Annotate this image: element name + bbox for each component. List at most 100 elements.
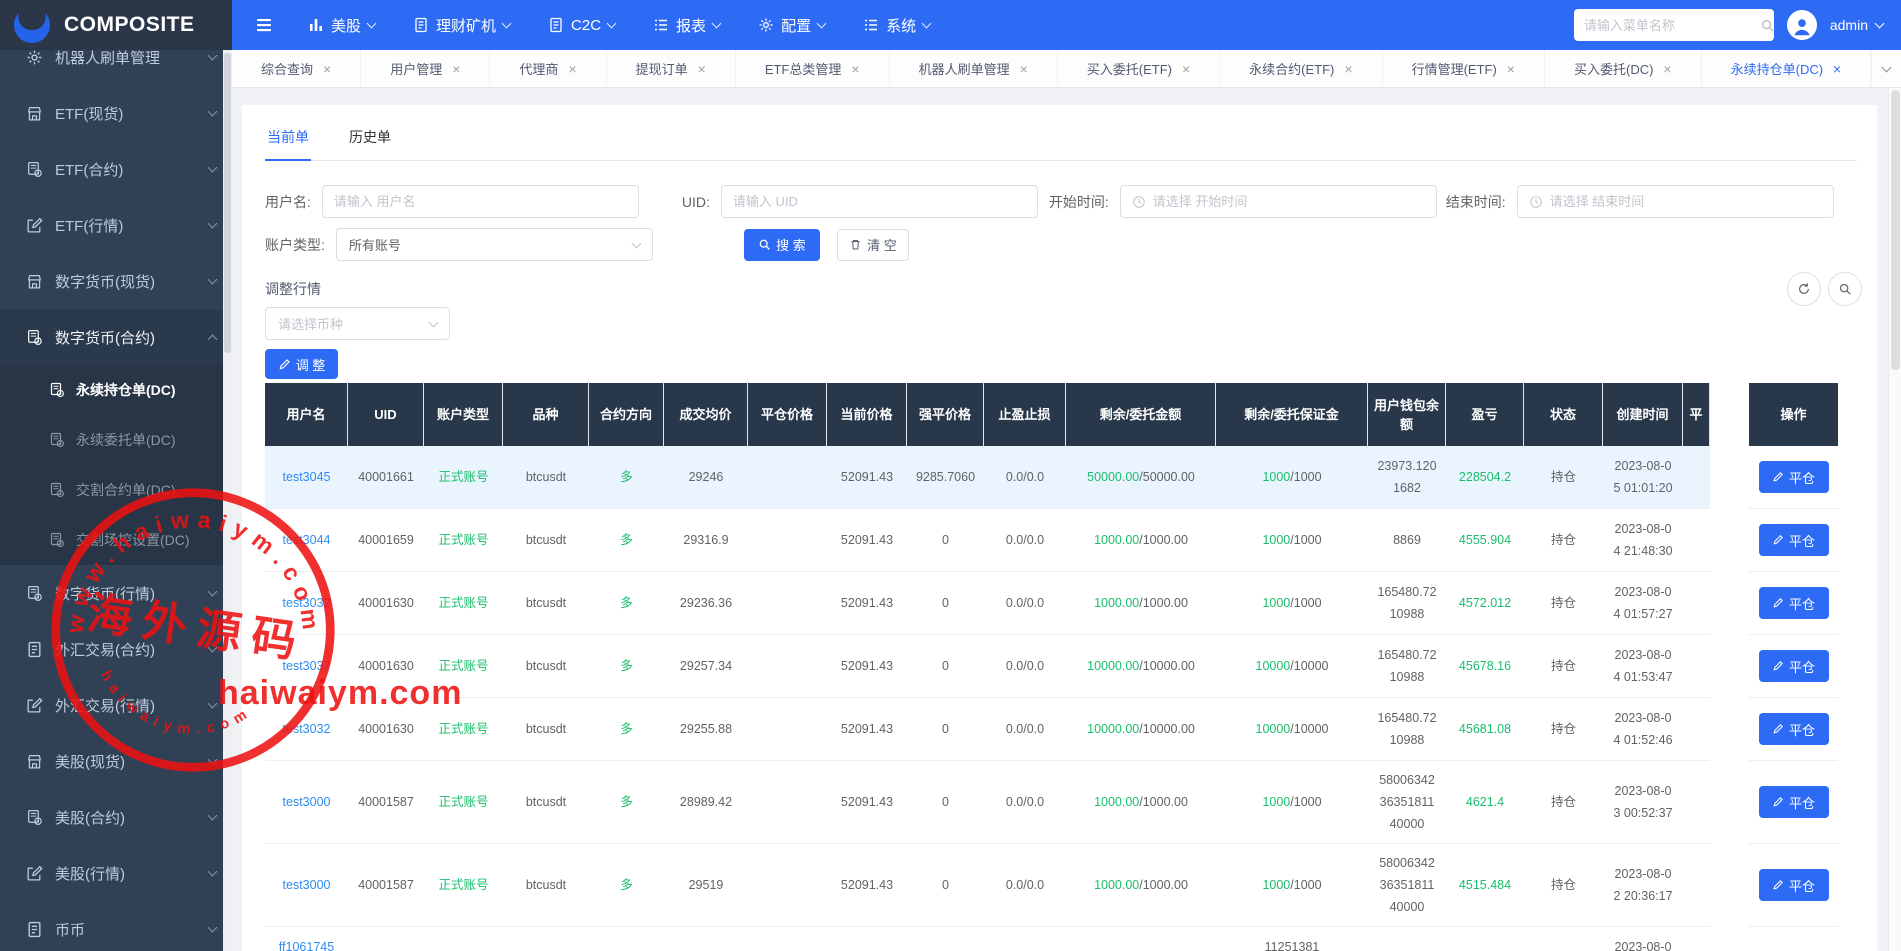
sidebar-item-美股(行情)[interactable]: 美股(行情) [0, 845, 232, 901]
cell-symbol: btcusdt [503, 698, 589, 761]
close-icon[interactable]: × [698, 61, 706, 77]
close-position-button[interactable]: 平仓 [1758, 650, 1829, 682]
sidebar-item-数字货币(合约)[interactable]: 数字货币(合约) [0, 309, 232, 365]
close-position-button[interactable]: 平仓 [1758, 461, 1829, 493]
start-time-field[interactable] [1119, 185, 1437, 218]
chevron-down-icon [366, 18, 377, 29]
sidebar-item-ETF(合约)[interactable]: ETF(合约) [0, 141, 232, 197]
username-link[interactable]: test3045 [283, 466, 331, 488]
nav-item-美股[interactable]: 美股 [308, 15, 377, 36]
start-time-input[interactable] [1152, 194, 1425, 209]
username-link[interactable]: test3000 [283, 791, 331, 813]
chevron-down-icon [207, 162, 218, 173]
tab-代理商[interactable]: 代理商 × [490, 50, 607, 87]
username-link[interactable]: test3032 [283, 592, 331, 614]
close-icon[interactable]: × [568, 61, 576, 77]
tab-行情管理(ETF)[interactable]: 行情管理(ETF) × [1383, 50, 1545, 87]
sidebar-subitem-交割合约单(DC)[interactable]: 交割合约单(DC) [0, 465, 232, 515]
order-tab-当前单[interactable]: 当前单 [265, 121, 311, 161]
close-icon[interactable]: × [452, 61, 460, 77]
menu-search-input[interactable] [1583, 17, 1760, 33]
tab-提现订单[interactable]: 提现订单 × [607, 50, 736, 87]
username-link[interactable]: test3000 [283, 874, 331, 896]
page-scrollbar[interactable] [1888, 88, 1901, 951]
close-icon[interactable]: × [1020, 61, 1028, 77]
sidebar-subitem-永续委托单(DC)[interactable]: 永续委托单(DC) [0, 415, 232, 465]
column-header: 止盈止损 [984, 383, 1066, 446]
column-header: 品种 [503, 383, 589, 446]
username-input[interactable] [333, 194, 627, 209]
sqldoc-icon [49, 432, 65, 448]
sidebar-item-外汇交易(合约)[interactable]: 外汇交易(合约) [0, 621, 232, 677]
sidebar-item-美股(现货)[interactable]: 美股(现货) [0, 733, 232, 789]
sidebar-scrollbar[interactable] [223, 50, 232, 951]
account-type-select[interactable]: 所有账号 [335, 228, 653, 261]
tab-永续合约(ETF)[interactable]: 永续合约(ETF) × [1220, 50, 1383, 87]
tab-用户管理[interactable]: 用户管理 × [361, 50, 491, 87]
close-position-button[interactable]: 平仓 [1758, 786, 1829, 818]
close-icon[interactable]: × [323, 61, 331, 77]
tab-机器人刷单管理[interactable]: 机器人刷单管理 × [890, 50, 1058, 87]
close-icon[interactable]: × [1507, 61, 1515, 77]
close-icon[interactable]: × [1182, 61, 1190, 77]
tab-永续持仓单(DC)[interactable]: 永续持仓单(DC) × [1702, 50, 1872, 87]
zoom-button[interactable] [1828, 272, 1862, 306]
nav-item-理财矿机[interactable]: 理财矿机 [413, 15, 512, 36]
coin-select[interactable]: 请选择币种 [265, 307, 450, 340]
close-position-button[interactable]: 平仓 [1758, 869, 1829, 901]
sidebar-item-币币[interactable]: 币币 [0, 901, 232, 951]
sidebar-subitem-永续持仓单(DC)[interactable]: 永续持仓单(DC) [0, 365, 232, 415]
nav-right: admin [1573, 9, 1885, 41]
adjust-button[interactable]: 调 整 [265, 349, 338, 379]
tab-买入委托(DC)[interactable]: 买入委托(DC) × [1545, 50, 1702, 87]
table-gutter [1710, 844, 1749, 927]
tabs-overflow-button[interactable] [1871, 50, 1901, 87]
nav-item-C2C[interactable]: C2C [548, 15, 617, 36]
sidebar-item-美股(合约)[interactable]: 美股(合约) [0, 789, 232, 845]
sidebar-subitem-交割场控设置(DC)[interactable]: 交割场控设置(DC) [0, 515, 232, 565]
end-time-field[interactable] [1516, 185, 1834, 218]
nav-item-系统[interactable]: 系统 [863, 15, 932, 36]
admin-dropdown[interactable]: admin [1830, 17, 1885, 33]
username-link[interactable]: test3037 [283, 655, 331, 677]
sidebar-item-机器人刷单管理[interactable]: 机器人刷单管理 [0, 50, 232, 85]
avatar[interactable] [1786, 10, 1817, 40]
order-tab-历史单[interactable]: 历史单 [347, 121, 393, 160]
hamburger-icon[interactable] [254, 15, 274, 35]
sidebar-item-数字货币(现货)[interactable]: 数字货币(现货) [0, 253, 232, 309]
page-scrollbar-thumb[interactable] [1891, 90, 1900, 370]
username-link[interactable]: ff1061745 [279, 936, 334, 951]
close-icon[interactable]: × [1663, 61, 1671, 77]
close-icon[interactable]: × [1833, 61, 1841, 77]
close-icon[interactable]: × [851, 61, 859, 77]
search-button[interactable]: 搜 索 [743, 228, 820, 261]
search-icon[interactable] [1760, 18, 1775, 33]
uid-input[interactable] [732, 194, 1026, 209]
nav-item-报表[interactable]: 报表 [653, 15, 722, 36]
menu-search-box[interactable] [1573, 9, 1775, 41]
close-icon[interactable]: × [1344, 61, 1352, 77]
clear-button[interactable]: 清 空 [836, 228, 909, 261]
end-time-input[interactable] [1549, 194, 1822, 209]
sidebar-item-ETF(行情)[interactable]: ETF(行情) [0, 197, 232, 253]
username-field[interactable] [321, 185, 639, 218]
sidebar-item-数字货币(行情)[interactable]: 数字货币(行情) [0, 565, 232, 621]
close-position-button[interactable]: 平仓 [1758, 524, 1829, 556]
close-position-button[interactable]: 平仓 [1758, 587, 1829, 619]
refresh-button[interactable] [1787, 272, 1821, 306]
tab-综合查询[interactable]: 综合查询 × [232, 50, 362, 87]
sidebar-item-ETF(现货)[interactable]: ETF(现货) [0, 85, 232, 141]
tab-ETF总类管理[interactable]: ETF总类管理 × [736, 50, 890, 87]
uid-field[interactable] [720, 185, 1038, 218]
sidebar-item-外汇交易(行情)[interactable]: 外汇交易(行情) [0, 677, 232, 733]
close-position-button[interactable]: 平仓 [1758, 713, 1829, 745]
sidebar-scrollbar-thumb[interactable] [224, 53, 231, 353]
sqldoc-icon [26, 809, 43, 826]
username-link[interactable]: test3032 [283, 718, 331, 740]
nav-item-配置[interactable]: 配置 [758, 15, 827, 36]
sidebar-subitem-label: 交割合约单(DC) [76, 482, 176, 498]
username-link[interactable]: test3044 [283, 529, 331, 551]
tab-买入委托(ETF)[interactable]: 买入委托(ETF) × [1058, 50, 1221, 87]
chevron-down-icon [207, 810, 218, 821]
gear-icon [758, 17, 774, 33]
